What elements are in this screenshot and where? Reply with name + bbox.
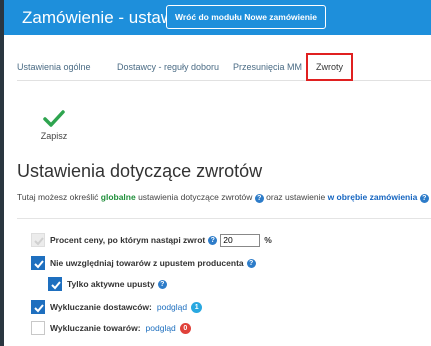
ignore-discount-checkbox[interactable] <box>31 256 45 270</box>
desc-global-word: globalne <box>100 192 136 202</box>
help-icon[interactable]: ? <box>157 279 167 289</box>
price-percent-checkbox[interactable] <box>31 233 45 247</box>
desc-text-3: oraz ustawienie <box>263 192 328 202</box>
setting-only-active: Tylko aktywne upusty ? <box>48 276 167 292</box>
exclude-suppliers-preview-link[interactable]: podgląd <box>157 302 187 312</box>
save-label: Zapisz <box>40 131 68 141</box>
exclude-products-checkbox[interactable] <box>31 321 45 335</box>
save-button[interactable]: Zapisz <box>36 110 72 141</box>
tab-general-settings[interactable]: Ustawienia ogólne <box>17 53 91 81</box>
setting-exclude-suppliers: Wykluczanie dostawców: podgląd 1 <box>31 299 203 315</box>
price-percent-input[interactable] <box>220 233 261 247</box>
back-to-new-order-button[interactable]: Wróć do modułu Nowe zamówienie <box>166 5 326 29</box>
sidebar-edge <box>0 0 4 346</box>
checkmark-icon <box>36 110 72 128</box>
setting-ignore-discount: Nie uwzględniaj towarów z upustem produc… <box>31 255 256 271</box>
exclude-suppliers-count-badge: 1 <box>191 301 203 313</box>
exclude-suppliers-label: Wykluczanie dostawców: <box>50 302 152 312</box>
exclude-products-count-badge: 0 <box>179 322 191 334</box>
ignore-discount-label: Nie uwzględniaj towarów z upustem produc… <box>50 258 244 268</box>
desc-text-2: ustawienia dotyczące zwrotów <box>135 192 255 202</box>
tab-suppliers-rules[interactable]: Dostawcy - reguły doboru <box>117 53 219 81</box>
divider <box>17 218 431 219</box>
exclude-suppliers-checkbox[interactable] <box>31 300 45 314</box>
setting-price-percent: Procent ceny, po którym nastąpi zwrot ? … <box>31 232 272 248</box>
tab-returns[interactable]: Zwroty <box>306 53 353 81</box>
tab-mm-transfers[interactable]: Przesunięcia MM <box>233 53 302 81</box>
exclude-products-label: Wykluczanie towarów: <box>50 323 141 333</box>
desc-text-1: Tutaj możesz określić <box>17 192 101 202</box>
section-title: Ustawienia dotyczące zwrotów <box>17 161 263 181</box>
setting-exclude-products: Wykluczanie towarów: podgląd 0 <box>31 320 191 336</box>
help-icon[interactable]: ? <box>419 194 429 203</box>
app-header: Zamówienie - ustawienia Wróć do modułu N… <box>0 0 431 35</box>
tab-bar: Ustawienia ogólne Dostawcy - reguły dobo… <box>17 53 431 81</box>
desc-order-link[interactable]: w obrębie zamówienia <box>328 192 418 202</box>
price-percent-label: Procent ceny, po którym nastąpi zwrot <box>50 235 206 245</box>
exclude-products-preview-link[interactable]: podgląd <box>146 323 176 333</box>
percent-unit: % <box>264 235 272 245</box>
help-icon[interactable]: ? <box>246 258 256 268</box>
only-active-checkbox[interactable] <box>48 277 62 291</box>
section-description: Tutaj możesz określić globalne ustawieni… <box>17 192 429 203</box>
help-icon[interactable]: ? <box>254 194 264 203</box>
only-active-label: Tylko aktywne upusty <box>67 279 155 289</box>
help-icon[interactable]: ? <box>208 235 218 245</box>
